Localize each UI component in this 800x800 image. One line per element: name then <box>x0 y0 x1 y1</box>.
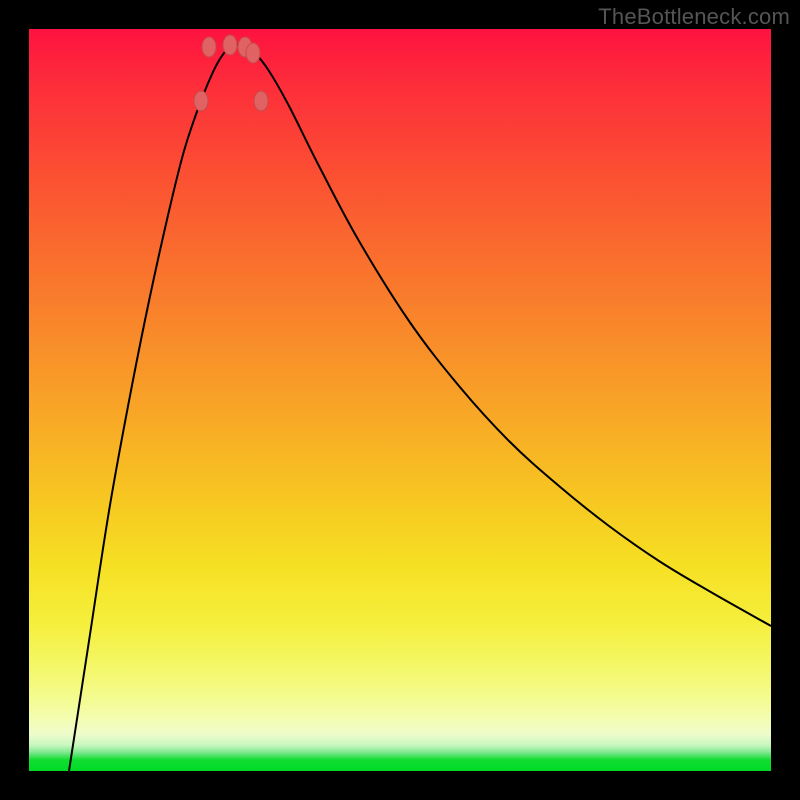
curve-marker <box>254 91 268 111</box>
curve-marker <box>223 35 237 55</box>
curve-marker <box>246 43 260 63</box>
curve-marker <box>194 91 208 111</box>
chart-frame: TheBottleneck.com <box>0 0 800 800</box>
bottleneck-curve <box>69 45 771 771</box>
plot-area <box>29 29 771 771</box>
curve-marker <box>202 37 216 57</box>
curve-layer <box>29 29 771 771</box>
watermark-label: TheBottleneck.com <box>598 4 790 30</box>
curve-markers <box>194 35 268 111</box>
